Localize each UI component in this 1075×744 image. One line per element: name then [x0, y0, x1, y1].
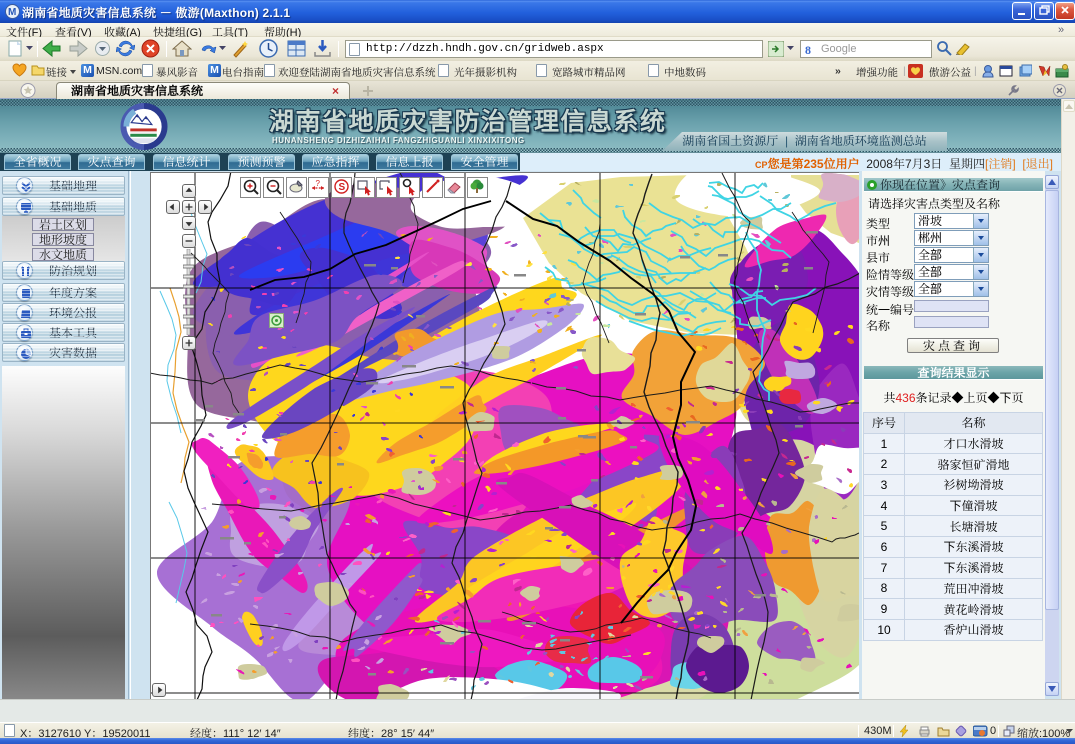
svg-text:?: ? — [316, 179, 321, 188]
svg-text:M: M — [8, 7, 16, 18]
svg-text:S: S — [339, 182, 346, 193]
